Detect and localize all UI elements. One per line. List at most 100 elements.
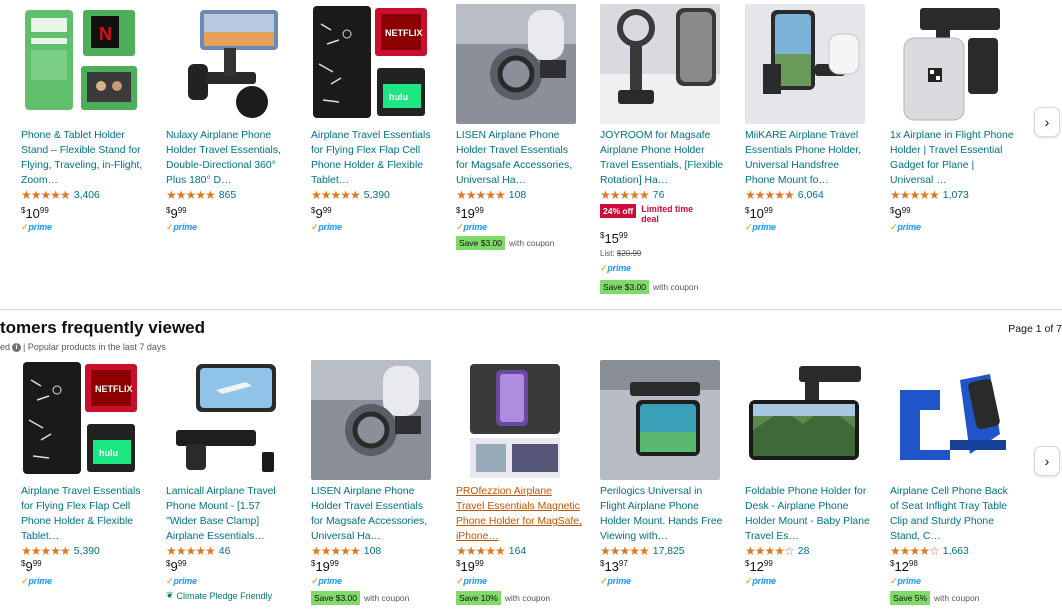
price: $1099 [21,206,49,221]
product-image[interactable]: NETFLIX hulu [311,4,431,124]
prime-badge-icon: ✓prime [166,222,197,232]
coupon-badge[interactable]: Save 5% [890,591,931,605]
star-rating-icon: ★★★★★ [745,188,795,202]
coupon[interactable]: Save $3.00 with coupon [311,591,409,605]
next-page-button[interactable]: › [1034,107,1060,137]
product-image[interactable] [600,360,720,480]
rating-count[interactable]: 865 [219,190,236,201]
rating-count[interactable]: 17,825 [653,546,685,557]
prime-badge-icon: ✓prime [600,576,631,586]
product-image[interactable]: N [21,4,141,124]
svg-text:NETFLIX: NETFLIX [95,384,133,394]
product-title[interactable]: Foldable Phone Holder for Desk - Airplan… [745,484,871,544]
price: $1999 [456,206,484,221]
coupon-text: with coupon [509,238,555,248]
rating-count[interactable]: 46 [219,546,231,557]
carousel-top: N Phone & Tablet Holder Stand – Flexible… [0,0,1062,300]
rating-count[interactable]: 6,064 [798,190,824,201]
product-image[interactable] [456,4,576,124]
svg-text:NETFLIX: NETFLIX [385,28,423,38]
product-title[interactable]: JOYROOM for Magsafe Airplane Phone Holde… [600,128,726,188]
coupon[interactable]: Save $3.00 with coupon [456,236,554,250]
rating-count[interactable]: 1,073 [943,190,969,201]
price: $1999 [311,559,339,574]
price: $1397 [600,559,628,574]
deal-text: Limited time deal [641,204,694,224]
product-image[interactable] [456,360,576,480]
rating-count[interactable]: 108 [509,190,526,201]
rating-count[interactable]: 76 [653,190,665,201]
svg-text:hulu: hulu [99,448,118,458]
rating-count[interactable]: 164 [509,546,526,557]
price: $999 [166,206,187,221]
chevron-right-icon: › [1044,114,1050,130]
product-title[interactable]: Lamicall Airplane Travel Phone Mount - [… [166,484,292,544]
price: $1599 [600,231,628,246]
price: $999 [311,206,332,221]
price: $1099 [745,206,773,221]
rating[interactable]: ★★★★★ 6,064 [745,188,824,202]
rating[interactable]: ★★★★★ 3,406 [21,188,100,202]
product-image[interactable] [600,4,720,124]
coupon[interactable]: Save $3.00 with coupon [600,280,698,294]
price: $1298 [890,559,918,574]
prime-badge-icon: ✓prime [21,222,52,232]
product-image[interactable] [745,4,865,124]
rating-count[interactable]: 28 [798,546,810,557]
prime-badge-icon: ✓prime [166,576,197,586]
coupon-badge[interactable]: Save $3.00 [311,591,361,605]
product-title[interactable]: PROfezzion Airplane Travel Essentials Ma… [456,484,582,544]
chevron-right-icon: › [1044,453,1050,469]
deal-badge: 24% off [600,204,637,218]
product-image[interactable] [166,360,286,480]
rating-count[interactable]: 5,390 [74,546,100,557]
product-title[interactable]: Airplane Travel Essentials for Flying Fl… [21,484,147,544]
price: $1999 [456,559,484,574]
product-title[interactable]: LISEN Airplane Phone Holder Travel Essen… [456,128,582,188]
product-image[interactable] [890,4,1010,124]
product-title[interactable]: Nulaxy Airplane Phone Holder Travel Esse… [166,128,292,188]
product-image[interactable] [745,360,865,480]
rating-count[interactable]: 5,390 [364,190,390,201]
star-rating-icon: ★★★★★ [456,188,506,202]
prime-badge-icon: ✓prime [456,222,487,232]
coupon-text: with coupon [364,593,410,603]
product-title[interactable]: Perilogics Universal in Flight Airplane … [600,484,726,544]
coupon[interactable]: Save 5% with coupon [890,591,979,605]
product-title[interactable]: Phone & Tablet Holder Stand – Flexible S… [21,128,147,188]
product-title[interactable]: Airplane Travel Essentials for Flying Fl… [311,128,437,188]
next-page-button[interactable]: › [1034,446,1060,476]
product-title[interactable]: 1x Airplane in Flight Phone Holder | Tra… [890,128,1016,188]
prime-badge-icon: ✓prime [890,576,921,586]
star-rating-icon: ★★★★★ [600,188,650,202]
prime-badge-icon: ✓prime [311,576,342,586]
coupon-badge[interactable]: Save $3.00 [600,280,650,294]
product-image[interactable]: NETFLIX hulu [21,360,141,480]
coupon[interactable]: Save 10% with coupon [456,591,550,605]
rating-count[interactable]: 1,663 [943,546,969,557]
rating[interactable]: ★★★★★ 108 [456,188,526,202]
svg-text:hulu: hulu [389,92,408,102]
price: $999 [21,559,42,574]
climate-pledge-badge[interactable]: ❦ Climate Pledge Friendly [166,590,272,601]
product-image[interactable] [166,4,286,124]
deal: 24% off Limited time deal [600,204,701,224]
prime-badge-icon: ✓prime [745,576,776,586]
list-price: List: $20.99 [600,249,642,258]
rating-count[interactable]: 108 [364,546,381,557]
coupon-badge[interactable]: Save $3.00 [456,236,506,250]
product-title[interactable]: Airplane Cell Phone Back of Seat Infligh… [890,484,1016,544]
product-image[interactable] [311,360,431,480]
prime-badge-icon: ✓prime [21,576,52,586]
coupon-badge[interactable]: Save 10% [456,591,501,605]
star-rating-icon: ★★★★★ [890,188,940,202]
rating[interactable]: ★★★★★ 1,073 [890,188,969,202]
rating[interactable]: ★★★★★ 76 [600,188,664,202]
price: $1299 [745,559,773,574]
rating[interactable]: ★★★★★ 5,390 [311,188,390,202]
product-title[interactable]: MiiKARE Airplane Travel Essentials Phone… [745,128,871,188]
product-image[interactable] [890,360,1010,480]
rating[interactable]: ★★★★★ 865 [166,188,236,202]
rating-count[interactable]: 3,406 [74,190,100,201]
product-title[interactable]: LISEN Airplane Phone Holder Travel Essen… [311,484,437,544]
